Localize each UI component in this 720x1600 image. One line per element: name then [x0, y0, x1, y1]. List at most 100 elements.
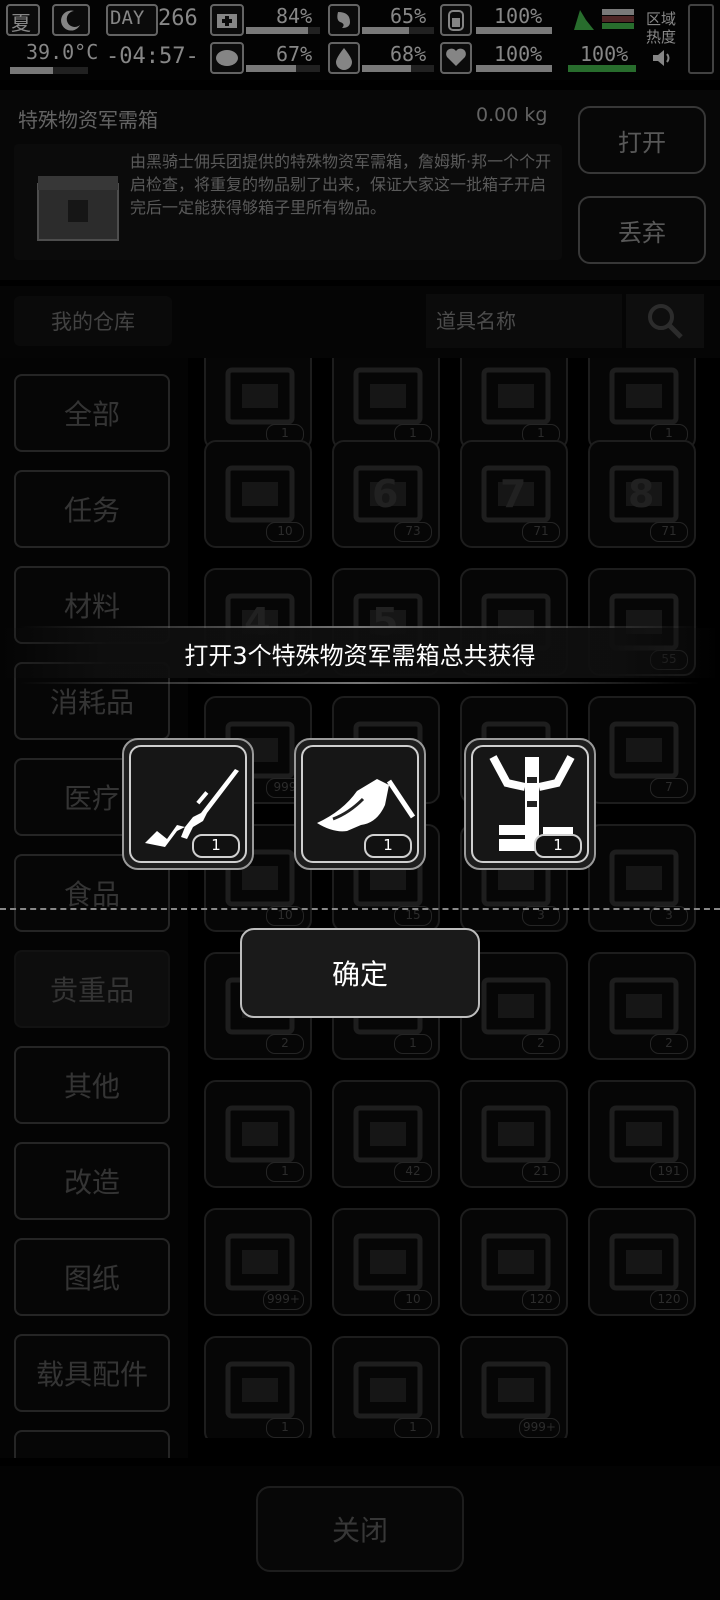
heart-icon: [440, 42, 472, 74]
search-input[interactable]: [426, 294, 622, 348]
tab-blueprint[interactable]: 图纸: [14, 1238, 170, 1316]
item-count: 191: [650, 1162, 688, 1182]
item-count: 2: [266, 1034, 304, 1054]
close-button[interactable]: 关闭: [256, 1486, 464, 1572]
tab-modification[interactable]: 改造: [14, 1142, 170, 1220]
warehouse-title: 我的仓库: [14, 296, 172, 346]
tab-all[interactable]: 全部: [14, 374, 170, 452]
inventory-item[interactable]: 2: [588, 952, 696, 1060]
tab-other[interactable]: 其他: [14, 1046, 170, 1124]
item-count: 120: [522, 1290, 560, 1310]
battery-icon: [440, 4, 472, 36]
inventory-item[interactable]: 7 71: [460, 440, 568, 548]
item-count: 1: [394, 1034, 432, 1054]
inventory-item[interactable]: 1: [204, 1080, 312, 1188]
reward-item-robot-arm[interactable]: 1: [464, 738, 596, 870]
inventory-item[interactable]: 1: [204, 358, 312, 450]
item-count: 42: [394, 1162, 432, 1182]
confirm-button[interactable]: 确定: [240, 928, 480, 1018]
item-weight: 0.00 kg: [476, 104, 548, 126]
temperature-bar: [10, 67, 88, 74]
modal-title: 打开3个特殊物资军需箱总共获得: [0, 628, 720, 678]
item-count: 2: [650, 1034, 688, 1054]
item-description-box: 由黑骑士佣兵团提供的特殊物资军需箱，詹姆斯·邦一个个开启检查，将重复的物品剔了出…: [14, 144, 562, 260]
item-count: 1: [266, 1162, 304, 1182]
inventory-item[interactable]: 1: [332, 1336, 440, 1438]
open-button[interactable]: 打开: [578, 106, 706, 174]
inventory-item[interactable]: 191: [588, 1080, 696, 1188]
item-count: 71: [522, 522, 560, 542]
speaker-icon[interactable]: [650, 46, 674, 70]
discard-button[interactable]: 丢弃: [578, 196, 706, 264]
tab-more[interactable]: [14, 1430, 170, 1458]
inventory-item[interactable]: 999+: [460, 1336, 568, 1438]
item-count: 7: [650, 778, 688, 798]
inventory-item[interactable]: 3: [588, 824, 696, 932]
stat-mental-bar: [246, 65, 320, 72]
stat-health-bar: [246, 27, 320, 34]
item-level-number: 8: [628, 472, 655, 516]
stat-energy-bar: [476, 27, 552, 34]
stomach-icon: [328, 4, 360, 36]
item-count: 21: [522, 1162, 560, 1182]
moon-icon: [52, 4, 90, 36]
inventory-item[interactable]: 1: [204, 1336, 312, 1438]
item-level-number: 7: [500, 472, 527, 516]
inventory-item[interactable]: 10: [332, 1208, 440, 1316]
item-level-number: 6: [372, 472, 399, 516]
tab-valuables[interactable]: 贵重品: [14, 950, 170, 1028]
reward-item-rifle[interactable]: 1: [122, 738, 254, 870]
water-drop-icon: [328, 42, 360, 74]
tab-vehicle-parts[interactable]: 载具配件: [14, 1334, 170, 1412]
stat-green-value: 100%: [580, 42, 629, 66]
zone-heat-label: 区域热度: [646, 10, 677, 46]
clock: -04:57-: [106, 44, 199, 69]
inventory-item[interactable]: 1: [460, 358, 568, 450]
inventory-item[interactable]: 999+: [204, 1208, 312, 1316]
inventory-item[interactable]: 6 73: [332, 440, 440, 548]
item-count: 2: [522, 1034, 560, 1054]
day-count: 266: [158, 6, 198, 31]
day-label: DAY: [110, 7, 145, 29]
item-count: 10: [266, 522, 304, 542]
inventory-item[interactable]: 7: [588, 696, 696, 804]
inventory-item[interactable]: 8 71: [588, 440, 696, 548]
inventory-item[interactable]: 120: [460, 1208, 568, 1316]
zone-heat-meter: [688, 4, 714, 74]
inventory-item[interactable]: 1: [588, 358, 696, 450]
stat-health-value: 84%: [276, 4, 313, 28]
item-name: 特殊物资军需箱: [18, 108, 158, 132]
temperature: 39.0°C: [26, 40, 99, 64]
stat-hunger-bar: [362, 27, 434, 34]
flag-icon: [600, 6, 636, 32]
stat-energy-value: 100%: [494, 4, 543, 28]
stat-mental-value: 67%: [276, 42, 313, 66]
inventory-item[interactable]: 21: [460, 1080, 568, 1188]
medkit-icon: [210, 4, 244, 36]
reward-item-chainsaw[interactable]: 1: [294, 738, 426, 870]
stat-thirst-bar: [362, 65, 434, 72]
item-description: 由黑骑士佣兵团提供的特殊物资军需箱，詹姆斯·邦一个个开启检查，将重复的物品剔了出…: [130, 152, 552, 217]
reward-count: 1: [364, 834, 412, 858]
item-count: 71: [650, 522, 688, 542]
season-label: 夏: [11, 11, 31, 35]
item-count: 999+: [519, 1418, 560, 1438]
item-count: 120: [650, 1290, 688, 1310]
green-figure-icon: [570, 6, 598, 32]
stat-thirst-value: 68%: [390, 42, 427, 66]
item-grid: 1111106737718714555999710153321221422119…: [188, 358, 720, 1438]
item-count: 1: [394, 1418, 432, 1438]
supply-crate-icon: [30, 164, 126, 246]
inventory-item[interactable]: 1: [332, 358, 440, 450]
search-icon: [648, 304, 683, 339]
search-button[interactable]: [626, 294, 704, 348]
item-count: 73: [394, 522, 432, 542]
warehouse-header: 我的仓库: [0, 286, 720, 358]
tab-quest[interactable]: 任务: [14, 470, 170, 548]
modal-dashed-divider: [0, 908, 720, 910]
inventory-item[interactable]: 10: [204, 440, 312, 548]
stat-hunger-value: 65%: [390, 4, 427, 28]
inventory-item[interactable]: 42: [332, 1080, 440, 1188]
inventory-item[interactable]: 120: [588, 1208, 696, 1316]
reward-count: 1: [534, 834, 582, 858]
